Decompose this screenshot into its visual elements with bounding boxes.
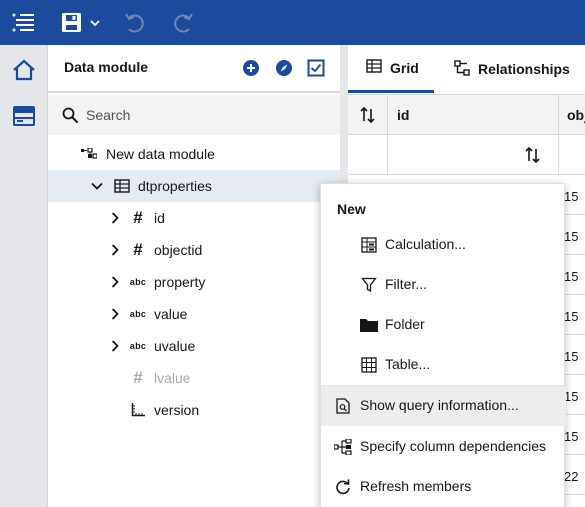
menu-item-label: Specify column dependencies — [360, 438, 547, 454]
data-module-panel: Data module New data module — [48, 45, 340, 507]
menu-item-filter[interactable]: Filter... — [321, 265, 566, 305]
calculation-icon — [359, 235, 379, 255]
tree-item-label: version — [154, 402, 200, 418]
chevron-right-icon[interactable] — [109, 307, 121, 323]
sort-column-header[interactable] — [348, 95, 388, 135]
column-header-objectid[interactable]: obj — [559, 95, 585, 135]
search-input[interactable] — [86, 104, 326, 126]
tree-item-label: property — [154, 274, 206, 290]
menu-item-label: Refresh members — [360, 478, 472, 494]
tree-item-label: objectid — [154, 242, 203, 258]
filter-cell — [348, 135, 388, 175]
chevron-down-icon[interactable] — [91, 179, 103, 195]
tab-label: Relationships — [478, 61, 570, 77]
text-icon: abc — [129, 341, 147, 351]
tab-grid[interactable]: Grid — [348, 45, 434, 93]
tree-item-label: value — [154, 306, 188, 322]
refresh-icon — [333, 477, 353, 497]
relationships-icon — [454, 59, 478, 79]
query-info-icon — [333, 396, 353, 416]
tree-item-label: id — [154, 210, 165, 226]
tree-item-dtproperties[interactable]: dtproperties — [48, 170, 340, 202]
hamburger-menu-icon[interactable] — [8, 0, 40, 45]
menu-item-refresh-members[interactable]: Refresh members — [321, 467, 566, 507]
tree-item-objectid[interactable]: # objectid — [48, 234, 340, 266]
filter-cell[interactable] — [388, 135, 559, 175]
context-menu: New Calculation... Filter... Folder Tabl… — [320, 183, 566, 507]
menu-item-folder[interactable]: Folder — [321, 305, 566, 345]
tree-item-value[interactable]: abc value — [48, 298, 340, 330]
number-icon: # — [133, 368, 143, 387]
ruler-icon — [128, 400, 148, 420]
menu-item-label: Table... — [385, 356, 431, 372]
tree-item-id[interactable]: # id — [48, 202, 340, 234]
tree-item-label: lvalue — [154, 370, 191, 386]
menu-item-label: Calculation... — [385, 236, 466, 252]
menu-item-show-query-information[interactable]: Show query information... — [321, 386, 566, 426]
menu-section-header: New — [337, 201, 366, 217]
menu-item-label: Show query information... — [360, 397, 519, 413]
tab-label: Grid — [390, 59, 419, 76]
menu-item-label: Folder — [385, 316, 425, 332]
table-icon — [112, 176, 132, 196]
tree-item-label: uvalue — [154, 338, 196, 354]
add-source-icon[interactable] — [240, 57, 262, 79]
menu-item-table[interactable]: Table... — [321, 345, 566, 385]
table-icon — [359, 355, 379, 375]
left-navigation-rail — [0, 45, 48, 507]
view-tabs: Grid Relationships — [348, 45, 585, 95]
tree-item-label: New data module — [106, 146, 215, 162]
compass-icon[interactable] — [273, 57, 295, 79]
number-icon: # — [133, 208, 143, 227]
sort-icon — [359, 106, 377, 127]
search-icon — [62, 107, 79, 129]
chevron-right-icon[interactable] — [109, 243, 121, 259]
tree-item-version[interactable]: version — [48, 394, 340, 426]
number-icon: # — [133, 240, 143, 259]
tree-item-data-module[interactable]: New data module — [48, 138, 340, 170]
folder-icon — [359, 315, 379, 335]
grid-icon — [366, 59, 390, 76]
save-icon[interactable] — [58, 0, 102, 45]
filter-cell — [559, 135, 585, 175]
panel-title: Data module — [64, 59, 149, 75]
dependencies-icon — [333, 437, 353, 457]
filter-icon — [359, 275, 379, 295]
data-server-icon[interactable] — [0, 93, 48, 139]
panel-header: Data module — [48, 45, 340, 93]
tree-item-label: dtproperties — [138, 178, 212, 194]
column-header-id[interactable]: id — [388, 95, 559, 135]
menu-item-calculation[interactable]: Calculation... — [321, 225, 566, 265]
chevron-right-icon[interactable] — [109, 339, 121, 355]
text-icon: abc — [129, 309, 147, 319]
undo-icon[interactable] — [120, 0, 152, 45]
tab-relationships[interactable]: Relationships — [454, 45, 585, 93]
data-module-icon — [79, 144, 99, 164]
column-label: id — [397, 107, 410, 123]
tree-item-lvalue[interactable]: # lvalue — [48, 362, 340, 394]
tree-item-property[interactable]: abc property — [48, 266, 340, 298]
tree-item-uvalue[interactable]: abc uvalue — [48, 330, 340, 362]
text-icon: abc — [129, 277, 147, 287]
sort-icon[interactable] — [524, 146, 542, 169]
redo-icon[interactable] — [166, 0, 198, 45]
search-bar — [48, 95, 340, 135]
column-label: obj — [567, 107, 585, 123]
chevron-right-icon[interactable] — [109, 211, 121, 227]
home-icon[interactable] — [0, 47, 48, 93]
validate-icon[interactable] — [305, 57, 327, 79]
chevron-right-icon[interactable] — [109, 275, 121, 291]
top-toolbar — [0, 0, 585, 45]
menu-item-label: Filter... — [385, 276, 428, 292]
menu-item-specify-column-dependencies[interactable]: Specify column dependencies — [321, 427, 566, 467]
